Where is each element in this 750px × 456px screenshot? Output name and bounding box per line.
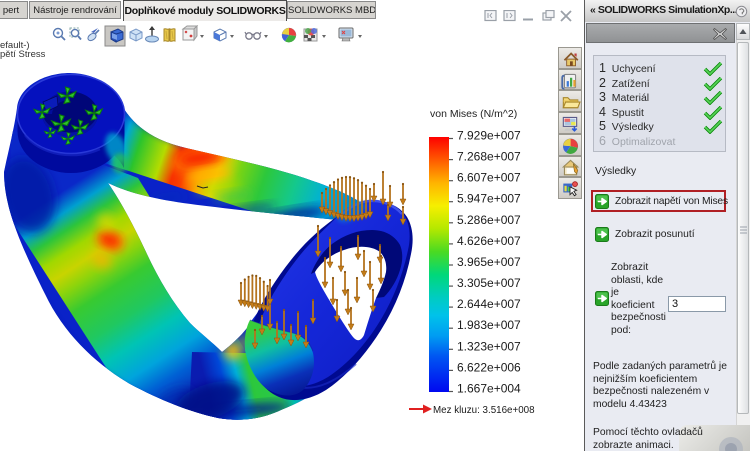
- svg-text:2.644e+007: 2.644e+007: [457, 297, 521, 311]
- svg-text:1.323e+007: 1.323e+007: [457, 339, 521, 353]
- svg-text:6.622e+006: 6.622e+006: [457, 360, 521, 374]
- svg-text:6.607e+007: 6.607e+007: [457, 171, 521, 185]
- svg-text:7.929e+007: 7.929e+007: [457, 129, 521, 143]
- svg-text:4.626e+007: 4.626e+007: [457, 234, 521, 248]
- svg-text:Mez kluzu: 3.516e+008: Mez kluzu: 3.516e+008: [433, 405, 535, 416]
- svg-text:1.667e+004: 1.667e+004: [457, 382, 521, 396]
- svg-text:3.305e+007: 3.305e+007: [457, 276, 521, 290]
- svg-text:7.268e+007: 7.268e+007: [457, 150, 521, 164]
- svg-text:3.965e+007: 3.965e+007: [457, 255, 521, 269]
- svg-text:5.947e+007: 5.947e+007: [457, 192, 521, 206]
- svg-text:5.286e+007: 5.286e+007: [457, 213, 521, 227]
- svg-text:1.983e+007: 1.983e+007: [457, 318, 521, 332]
- svg-text:von Mises (N/m^2): von Mises (N/m^2): [430, 108, 517, 120]
